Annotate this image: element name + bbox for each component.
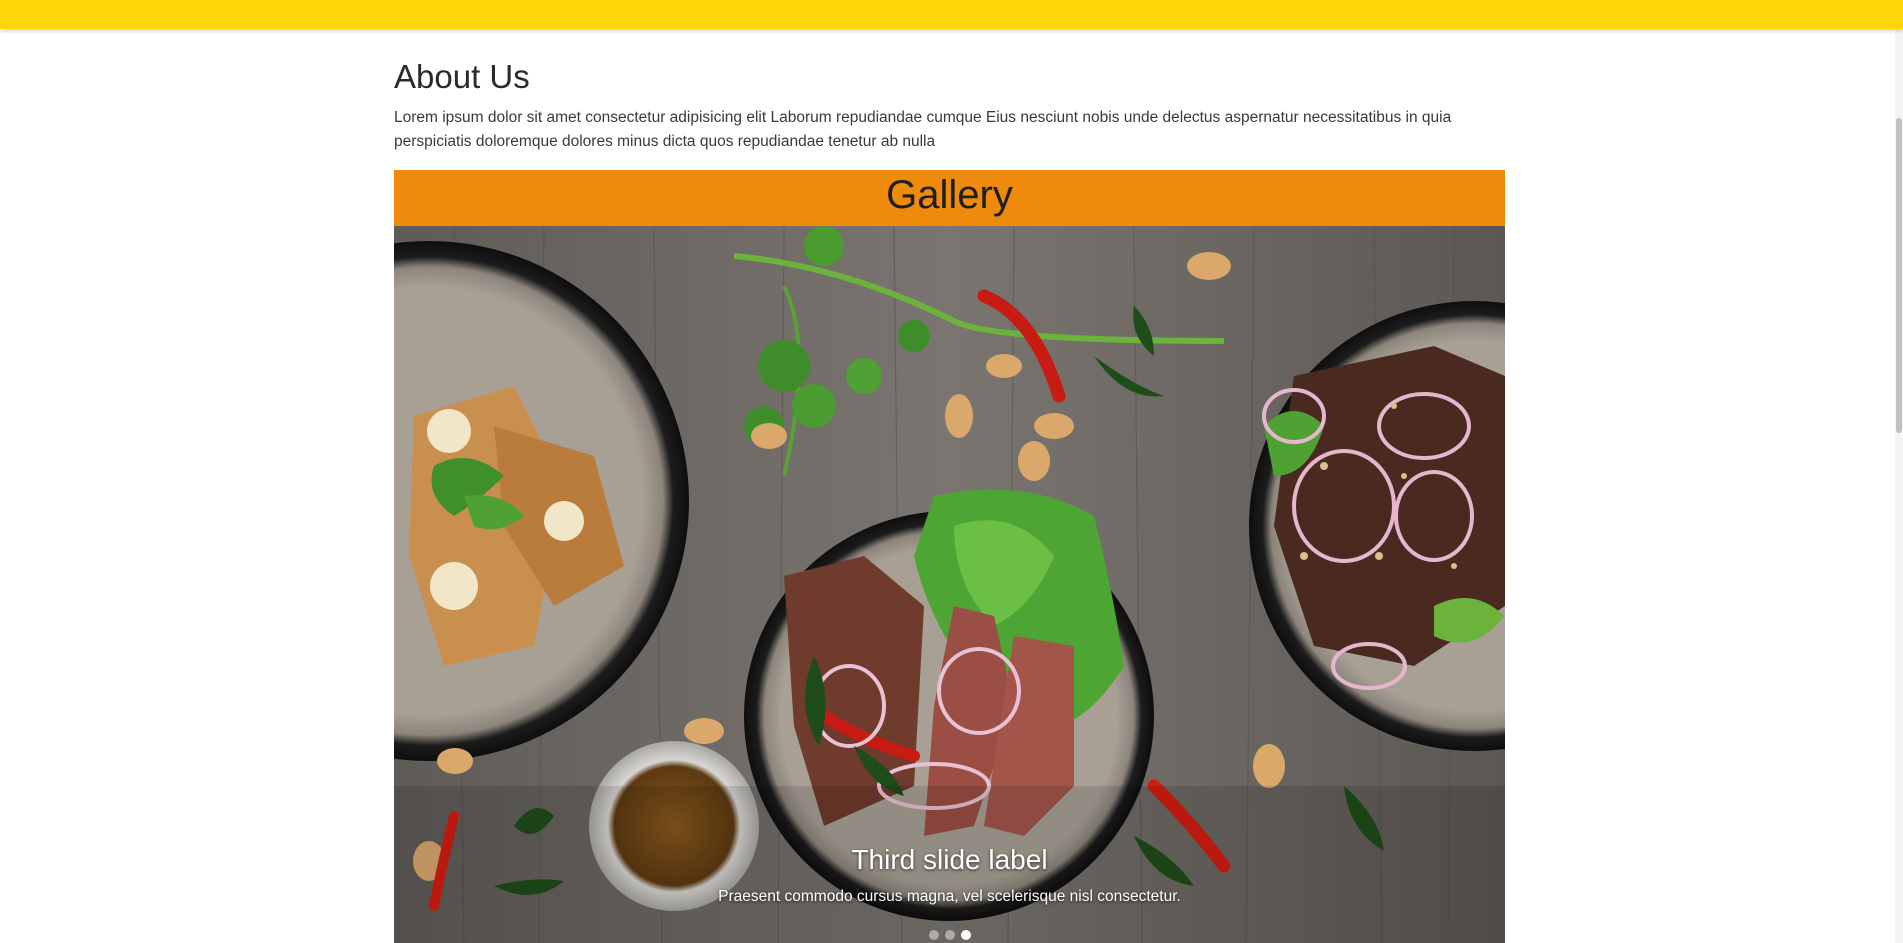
slide-caption-title: Third slide label <box>851 844 1048 875</box>
gallery-title: Gallery <box>886 173 1013 217</box>
about-text: Lorem ipsum dolor sit amet consectetur a… <box>394 109 1452 150</box>
top-navbar <box>0 0 1903 29</box>
scrollbar-thumb[interactable] <box>1896 118 1902 433</box>
about-title: About Us <box>394 58 530 95</box>
slide-caption-text: Praesent commodo cursus magna, vel scele… <box>718 888 1181 905</box>
carousel-indicator-2[interactable] <box>944 930 955 940</box>
page-scrollbar[interactable] <box>1895 0 1903 943</box>
carousel-indicators <box>394 930 1505 943</box>
gallery-carousel[interactable]: Third slide label Praesent commodo cursu… <box>394 226 1505 943</box>
carousel-indicator-3[interactable] <box>960 930 971 940</box>
gallery-header: Gallery <box>394 170 1505 226</box>
carousel-indicator-1[interactable] <box>928 930 939 940</box>
food-photo-image <box>394 226 1505 943</box>
